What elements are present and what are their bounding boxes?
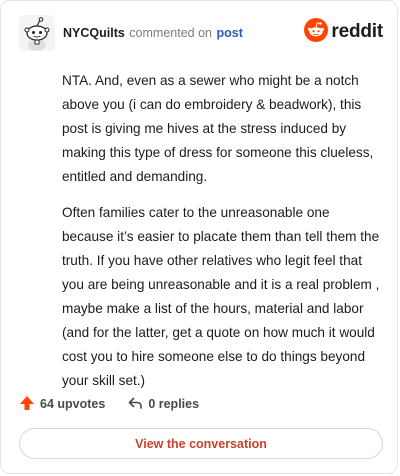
reply-stat[interactable]: 0 replies xyxy=(127,395,199,414)
post-link[interactable]: post xyxy=(216,26,242,40)
comment-paragraph: NTA. And, even as a sewer who might be a… xyxy=(62,73,374,184)
username-link[interactable]: NYCQuilts xyxy=(63,26,125,40)
reddit-wordmark: reddit xyxy=(331,21,383,42)
comment-card: NYCQuilts commented on post reddit NTA. … xyxy=(0,0,398,474)
comment-byline: NYCQuilts commented on post xyxy=(63,26,243,40)
upvote-stat[interactable]: 64 upvotes xyxy=(19,395,105,414)
comment-body: NTA. And, even as a sewer who might be a… xyxy=(62,69,380,405)
snoo-avatar-icon[interactable] xyxy=(19,15,55,51)
reply-count: 0 replies xyxy=(148,397,200,411)
comment-stats: 64 upvotes 0 replies xyxy=(19,393,199,415)
upvote-arrow-icon xyxy=(19,395,35,414)
byline-verb: commented on xyxy=(129,26,212,40)
comment-header: NYCQuilts commented on post reddit xyxy=(19,15,383,51)
upvote-count: 64 upvotes xyxy=(40,397,106,411)
reply-arrow-icon xyxy=(127,395,143,414)
reddit-logo-icon xyxy=(304,17,329,47)
view-conversation-button[interactable]: View the conversation xyxy=(19,428,383,459)
comment-paragraph: Often families cater to the unreasonable… xyxy=(62,205,380,388)
reddit-brand[interactable]: reddit xyxy=(304,17,383,47)
